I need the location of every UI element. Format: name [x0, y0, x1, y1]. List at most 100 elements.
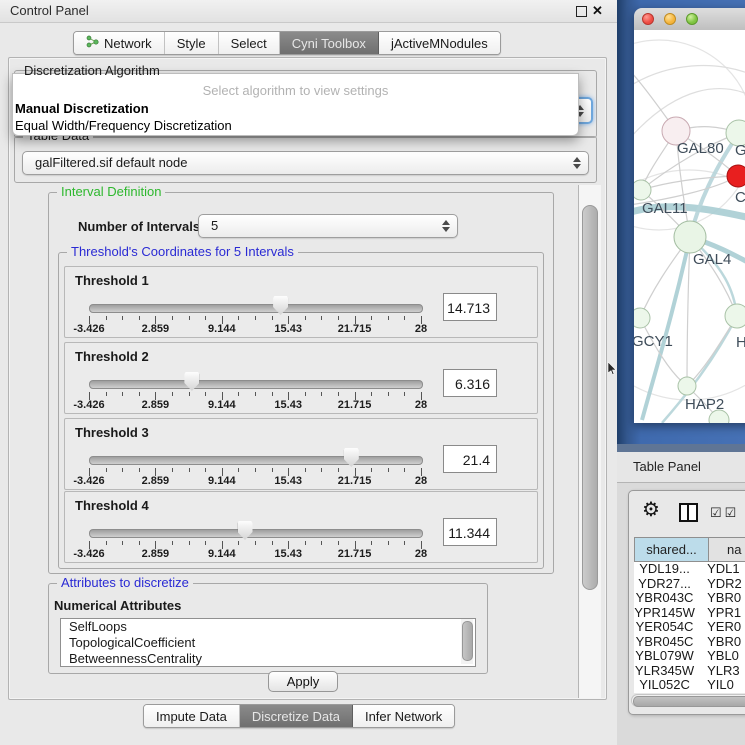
threshold-3-slider-track[interactable] — [89, 456, 423, 465]
list-scrollbar — [461, 619, 473, 664]
node-hap2[interactable] — [678, 377, 696, 395]
algorithm-dropdown-popup: Select algorithm to view settings Manual… — [12, 73, 579, 136]
slider-tick-labels: -3.4262.8599.14415.4321.71528 — [89, 475, 421, 487]
bottom-tab-bar: Impute Data Discretize Data Infer Networ… — [143, 704, 455, 728]
slider-tick-labels: -3.4262.8599.14415.4321.71528 — [89, 323, 421, 335]
node-gal11[interactable] — [634, 180, 651, 200]
threshold-2-panel: Threshold 2 -3.4262.8599.14415.4321.7152… — [64, 342, 538, 414]
table-row[interactable]: YDR27...YDR2 — [634, 577, 745, 592]
number-of-intervals-value: 5 — [211, 215, 218, 236]
node-label-hap2: HAP2 — [685, 396, 724, 413]
tab-select[interactable]: Select — [219, 32, 280, 54]
combo-arrows-icon — [573, 156, 582, 170]
list-scrollbar-thumb[interactable] — [462, 621, 473, 661]
columns-icon[interactable] — [679, 503, 698, 522]
node-table-window: ⚙ ☑☑ shared... na YDL19...YDL1YDR27...YD… — [628, 490, 745, 715]
node-label-c: C — [735, 189, 745, 206]
tab-style[interactable]: Style — [165, 32, 219, 54]
threshold-1-panel: Threshold 1 -3.4262.8599.14415.4321.7152… — [64, 266, 538, 338]
threshold-1-value-field[interactable]: 14.713 — [443, 293, 497, 321]
table-data-combo-value: galFiltered.sif default node — [35, 152, 187, 173]
list-item[interactable]: BetweennessCentrality — [61, 651, 475, 667]
list-item[interactable]: SelfLoops — [61, 619, 475, 635]
list-item[interactable]: TopologicalCoefficient — [61, 635, 475, 651]
control-panel-window: Control Panel ✕ Network Style Select Cyn… — [0, 0, 618, 745]
node-label-h: H — [736, 334, 745, 351]
table-row[interactable]: YBR045CYBR0 — [634, 635, 745, 650]
column-header-shared-name[interactable]: shared... — [634, 537, 709, 562]
control-panel-titlebar: Control Panel ✕ — [0, 0, 617, 23]
tab-cyni-toolbox[interactable]: Cyni Toolbox — [280, 32, 379, 54]
node-gcy1[interactable] — [634, 308, 650, 328]
tab-infer-network[interactable]: Infer Network — [353, 705, 454, 727]
apply-button[interactable]: Apply — [268, 671, 338, 692]
table-row[interactable]: YBR043CYBR0 — [634, 591, 745, 606]
threshold-2-label: Threshold 2 — [75, 349, 149, 364]
interval-definition-title: Interval Definition — [57, 185, 165, 199]
table-header-row: shared... na — [634, 537, 745, 562]
threshold-4-panel: Threshold 4 -3.4262.8599.14415.4321.7152… — [64, 491, 538, 563]
tab-discretize-data[interactable]: Discretize Data — [240, 705, 353, 727]
float-window-icon[interactable] — [576, 6, 587, 17]
table-hscrollbar-thumb[interactable] — [633, 696, 745, 707]
threshold-4-label: Threshold 4 — [75, 498, 149, 513]
screen: Control Panel ✕ Network Style Select Cyn… — [0, 0, 745, 745]
threshold-1-slider-track[interactable] — [89, 304, 423, 313]
node-label-gal11: GAL11 — [642, 200, 688, 217]
checkbox-icons[interactable]: ☑☑ — [710, 505, 739, 521]
node-red[interactable] — [727, 165, 745, 187]
table-data-combo[interactable]: galFiltered.sif default node — [22, 151, 589, 175]
close-traffic-light[interactable] — [642, 13, 654, 25]
tab-jactivemnodules[interactable]: jActiveMNodules — [379, 32, 500, 54]
threshold-1-label: Threshold 1 — [75, 273, 149, 288]
table-hscrollbar — [631, 694, 745, 707]
table-row[interactable]: YBL079WYBL0 — [634, 649, 745, 664]
threshold-4-slider-track[interactable] — [89, 529, 423, 538]
number-of-intervals-combo[interactable]: 5 — [198, 214, 458, 238]
tab-impute-data[interactable]: Impute Data — [144, 705, 240, 727]
numerical-attributes-list: SelfLoopsTopologicalCoefficientBetweenne… — [60, 618, 476, 667]
dropdown-option-manual[interactable]: Manual Discretization — [15, 101, 149, 116]
dropdown-option-equal-width[interactable]: Equal Width/Frequency Discretization — [15, 118, 232, 133]
node-gal4[interactable] — [674, 221, 706, 253]
slider-tick-labels: -3.4262.8599.14415.4321.71528 — [89, 548, 421, 560]
column-header-name[interactable]: na — [709, 537, 745, 562]
threshold-3-label: Threshold 3 — [75, 425, 149, 440]
dropdown-placeholder: Select algorithm to view settings — [13, 83, 578, 98]
threshold-4-value-field[interactable]: 11.344 — [443, 518, 497, 546]
gear-icon[interactable]: ⚙ — [642, 497, 660, 522]
threshold-3-value-field[interactable]: 21.4 — [443, 445, 497, 473]
numerical-attributes-label: Numerical Attributes — [54, 598, 181, 613]
number-of-intervals-label: Number of Intervals — [78, 219, 200, 234]
table-panel-header: Table Panel — [617, 452, 745, 483]
minimize-traffic-light[interactable] — [664, 13, 676, 25]
node-label-g: G — [735, 142, 745, 159]
network-graph — [634, 30, 745, 423]
tab-label: Network — [104, 36, 152, 51]
close-icon[interactable]: ✕ — [592, 3, 603, 19]
panel-scrollbar — [578, 185, 601, 698]
network-canvas[interactable]: GAL80 G C GAL11 GAL4 GCY1 H HAP2 — [634, 30, 745, 423]
panel-divider — [617, 444, 745, 452]
threshold-2-slider-track[interactable] — [89, 380, 423, 389]
node-table-body: YDL19...YDL1YDR27...YDR2YBR043CYBR0YPR14… — [634, 562, 745, 693]
table-row[interactable]: YDL19...YDL1 — [634, 562, 745, 577]
network-view-window: GAL80 G C GAL11 GAL4 GCY1 H HAP2 — [634, 8, 745, 423]
top-tab-bar: Network Style Select Cyni Toolbox jActiv… — [73, 31, 501, 55]
table-row[interactable]: YLR345WYLR3 — [634, 664, 745, 679]
thresholds-group-title: Threshold's Coordinates for 5 Intervals — [67, 245, 298, 259]
tab-network[interactable]: Network — [74, 32, 165, 54]
threshold-2-value-field[interactable]: 6.316 — [443, 369, 497, 397]
node-label-gal80: GAL80 — [677, 140, 724, 157]
node-h[interactable] — [725, 304, 745, 328]
combo-arrows-icon — [442, 219, 451, 233]
discretization-algorithm-group-title: Discretization Algorithm — [20, 64, 164, 78]
panel-scrollbar-thumb[interactable] — [582, 205, 598, 590]
table-row[interactable]: YPR145WYPR1 — [634, 606, 745, 621]
mouse-cursor — [608, 362, 617, 378]
table-row[interactable]: YER054CYER0 — [634, 620, 745, 635]
zoom-traffic-light[interactable] — [686, 13, 698, 25]
window-title: Control Panel — [10, 3, 89, 18]
table-panel-title: Table Panel — [633, 459, 701, 474]
table-row[interactable]: YIL052CYIL0 — [634, 678, 745, 693]
